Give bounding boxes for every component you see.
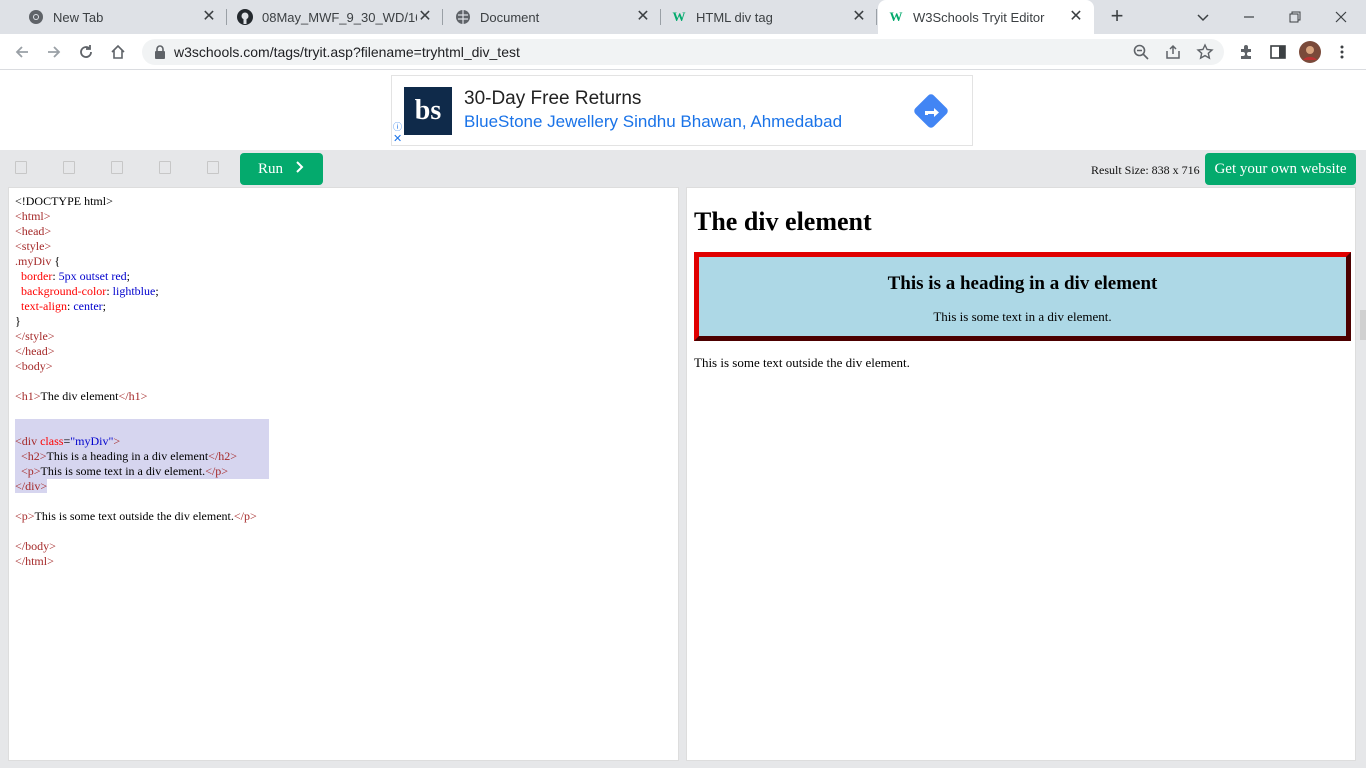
browser-toolbar: w3schools.com/tags/tryit.asp?filename=tr…: [0, 34, 1366, 70]
code-line: <h1>The div element</h1>: [15, 389, 148, 403]
orientation-toggle-icon[interactable]: [111, 161, 123, 174]
ad-subtitle: BlueStone Jewellery Sindhu Bhawan, Ahmed…: [464, 112, 843, 131]
code-line-selected: </div>: [15, 479, 48, 493]
menu-kebab-icon[interactable]: [1328, 38, 1356, 66]
zoom-icon[interactable]: [1132, 43, 1150, 61]
tab-title: Document: [480, 9, 540, 25]
url-text: w3schools.com/tags/tryit.asp?filename=tr…: [174, 44, 520, 60]
tab-strip: New Tab ✕ 08May_MWF_9_30_WD/16Lis ✕ Docu…: [0, 0, 1366, 34]
code-line: <html>: [15, 209, 51, 223]
forward-icon[interactable]: [40, 38, 68, 66]
tab-document[interactable]: Document ✕: [443, 0, 661, 34]
directions-icon[interactable]: [912, 92, 950, 130]
tab-github[interactable]: 08May_MWF_9_30_WD/16Lis ✕: [227, 0, 443, 34]
get-website-button[interactable]: Get your own website: [1205, 153, 1356, 185]
code-line: background-color: lightblue;: [21, 284, 159, 298]
reload-icon[interactable]: [72, 38, 100, 66]
ad-logo: bs: [404, 87, 452, 135]
code-line: </style>: [15, 329, 55, 343]
new-tab-button[interactable]: +: [1106, 5, 1128, 28]
run-label: Run: [257, 160, 283, 177]
code-line-selected: <div class="myDiv">: [15, 434, 269, 449]
tab-html-div-tag[interactable]: W HTML div tag ✕: [661, 0, 877, 34]
code-line-selected: [15, 419, 269, 434]
code-line: </head>: [15, 344, 55, 358]
ad-bar: bs 30-Day Free Returns BlueStone Jewelle…: [0, 70, 1366, 150]
tab-search-icon[interactable]: [1194, 8, 1212, 26]
close-tab-icon[interactable]: ✕: [635, 9, 651, 25]
side-panel-icon[interactable]: [1264, 38, 1292, 66]
code-line: </body>: [15, 539, 56, 553]
code-line-selected: <h2>This is a heading in a div element</…: [15, 449, 269, 464]
address-bar[interactable]: w3schools.com/tags/tryit.asp?filename=tr…: [142, 39, 1224, 65]
close-tab-icon[interactable]: ✕: [417, 9, 433, 25]
minimize-icon[interactable]: [1240, 8, 1258, 26]
tryit-toolbar: Run Result Size: 838 x 716 Get your own …: [0, 150, 1366, 187]
code-line: text-align: center;: [21, 299, 106, 313]
close-tab-icon[interactable]: ✕: [851, 9, 867, 25]
code-line: .myDiv {: [15, 254, 61, 268]
ad-close-icon[interactable]: ✕: [393, 134, 404, 145]
code-line: }: [15, 314, 21, 328]
code-line: <!DOCTYPE html>: [15, 194, 113, 208]
code-line: </html>: [15, 554, 54, 568]
code-text[interactable]: <!DOCTYPE html> <html> <head> <style> .m…: [15, 194, 269, 569]
tab-title: 08May_MWF_9_30_WD/16Lis: [262, 9, 417, 25]
result-size: Result Size: 838 x 716: [1091, 163, 1200, 177]
tab-new-tab[interactable]: New Tab ✕: [8, 0, 227, 34]
close-tab-icon[interactable]: ✕: [1068, 9, 1084, 25]
w3schools-icon: W: [889, 9, 903, 24]
tab-w3schools-tryit[interactable]: W W3Schools Tryit Editor ✕: [878, 0, 1094, 34]
ad-title: 30-Day Free Returns: [464, 88, 642, 109]
scrollbar-thumb[interactable]: [1360, 310, 1366, 340]
theme-toggle-icon[interactable]: [159, 161, 171, 174]
github-icon: [237, 9, 253, 25]
globe-icon: [455, 9, 471, 25]
code-line: <p>This is some text outside the div ele…: [15, 509, 257, 523]
code-line: <body>: [15, 359, 53, 373]
chrome-icon: [28, 9, 44, 25]
back-icon[interactable]: [8, 38, 36, 66]
result-preview[interactable]: The div element This is a heading in a d…: [686, 187, 1356, 761]
lock-icon[interactable]: [154, 45, 166, 59]
w3schools-icon: W: [672, 9, 686, 24]
preview-div-text: This is some text in a div element.: [933, 309, 1112, 324]
menu-toggle-icon[interactable]: [15, 161, 27, 174]
close-tab-icon[interactable]: ✕: [201, 9, 217, 25]
preview-div-heading: This is a heading in a div element: [887, 273, 1158, 294]
save-toggle-icon[interactable]: [207, 161, 219, 174]
code-line-selected: <p>This is some text in a div element.</…: [15, 464, 269, 479]
ad-info-icon[interactable]: ⓘ: [392, 122, 403, 133]
tab-title: W3Schools Tryit Editor: [913, 9, 1045, 25]
code-line: <style>: [15, 239, 52, 253]
home-toggle-icon[interactable]: [63, 161, 75, 174]
ad-banner[interactable]: bs 30-Day Free Returns BlueStone Jewelle…: [391, 75, 973, 146]
extensions-icon[interactable]: [1232, 38, 1260, 66]
code-line: border: 5px outset red;: [21, 269, 131, 283]
share-icon[interactable]: [1164, 43, 1182, 61]
close-window-icon[interactable]: [1332, 8, 1350, 26]
preview-div-box: This is a heading in a div element This …: [694, 252, 1351, 341]
preview-heading: The div element: [694, 207, 872, 236]
code-line: <head>: [15, 224, 52, 238]
restore-icon[interactable]: [1286, 8, 1304, 26]
run-button[interactable]: Run: [240, 153, 323, 185]
tab-title: New Tab: [53, 9, 104, 25]
home-icon[interactable]: [104, 38, 132, 66]
preview-outside-text: This is some text outside the div elemen…: [694, 355, 910, 370]
code-editor[interactable]: <!DOCTYPE html> <html> <head> <style> .m…: [8, 187, 679, 761]
avatar[interactable]: [1296, 38, 1324, 66]
tab-title: HTML div tag: [696, 9, 773, 25]
chevron-right-icon: [295, 160, 305, 178]
bookmark-star-icon[interactable]: [1196, 43, 1214, 61]
